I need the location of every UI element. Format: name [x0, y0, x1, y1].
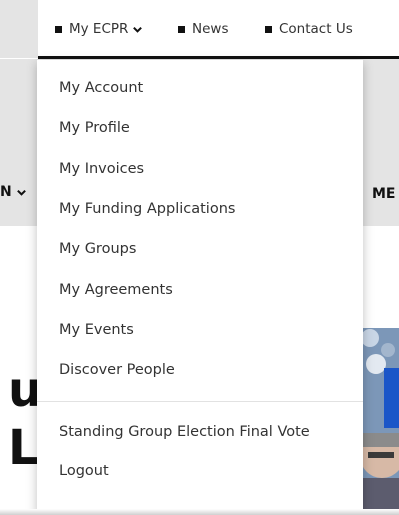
main-nav-item-right[interactable]: ME — [372, 186, 396, 202]
menu-item-my-agreements[interactable]: My Agreements — [59, 282, 173, 298]
main-nav-item-left-label: N — [0, 184, 12, 200]
main-nav-item-left[interactable]: N — [0, 184, 27, 200]
menu-item-my-events[interactable]: My Events — [59, 322, 134, 338]
menu-item-logout[interactable]: Logout — [59, 463, 109, 479]
contact-us-label: Contact Us — [279, 21, 353, 37]
menu-item-my-funding-applications[interactable]: My Funding Applications — [59, 201, 235, 217]
utility-bar: My ECPR News Contact Us — [0, 0, 399, 59]
hero-photo — [362, 328, 399, 515]
menu-item-my-invoices[interactable]: My Invoices — [59, 161, 144, 177]
square-bullet-icon — [178, 25, 185, 33]
utility-bar-left-strip — [0, 0, 38, 58]
contact-us-link[interactable]: Contact Us — [265, 20, 353, 38]
news-label: News — [192, 21, 229, 37]
page-bottom-shadow — [0, 509, 399, 515]
news-link[interactable]: News — [178, 20, 228, 38]
square-bullet-icon — [55, 25, 62, 33]
menu-item-my-groups[interactable]: My Groups — [59, 241, 136, 257]
hero-heading-line-2: L — [8, 420, 39, 476]
my-ecpr-label: My ECPR — [69, 21, 129, 37]
chevron-down-icon — [16, 189, 26, 196]
chevron-down-icon — [133, 26, 143, 33]
menu-item-my-account[interactable]: My Account — [59, 80, 143, 96]
square-bullet-icon — [265, 25, 272, 33]
my-ecpr-dropdown: My Account My Profile My Invoices My Fun… — [37, 60, 363, 515]
my-ecpr-menu-button[interactable]: My ECPR — [55, 20, 143, 38]
menu-item-my-profile[interactable]: My Profile — [59, 120, 130, 136]
menu-divider — [37, 401, 363, 402]
menu-item-discover-people[interactable]: Discover People — [59, 362, 175, 378]
menu-item-standing-group-election[interactable]: Standing Group Election Final Vote — [59, 424, 310, 440]
hero-photo-image — [362, 328, 399, 515]
